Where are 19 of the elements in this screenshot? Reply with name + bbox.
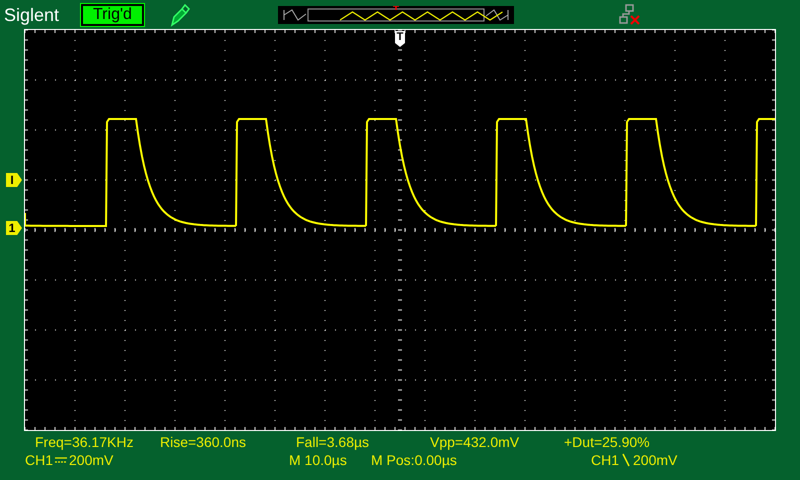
measurement-reading: +Dut=25.90% bbox=[564, 434, 650, 450]
volts-per-div: 200mV bbox=[69, 452, 114, 468]
measurement-reading: Vpp=432.0mV bbox=[430, 434, 520, 450]
brand-label: Siglent bbox=[4, 4, 60, 26]
network-disconnected-icon bbox=[618, 4, 641, 26]
dc-coupling-icon bbox=[54, 455, 68, 465]
channel-marker[interactable]: 1 bbox=[6, 221, 22, 235]
channel-label: CH1 bbox=[25, 452, 54, 468]
trigger-position-marker[interactable]: T bbox=[395, 31, 405, 47]
trigger-source: CH1 bbox=[591, 452, 620, 468]
timebase-scale: M 10.0µs bbox=[289, 452, 348, 468]
measurement-reading: Rise=360.0ns bbox=[160, 434, 248, 450]
trigger-status: Trig'd bbox=[81, 4, 144, 26]
measurement-reading: Fall=3.68µs bbox=[296, 434, 370, 450]
trigger-level-marker[interactable]: I bbox=[6, 173, 22, 187]
trigger-level: 200mV bbox=[633, 452, 678, 468]
measurement-reading: Freq=36.17KHz bbox=[35, 434, 134, 450]
slope-icon bbox=[621, 453, 632, 467]
timebase-position: M Pos:0.00µs bbox=[371, 452, 458, 468]
